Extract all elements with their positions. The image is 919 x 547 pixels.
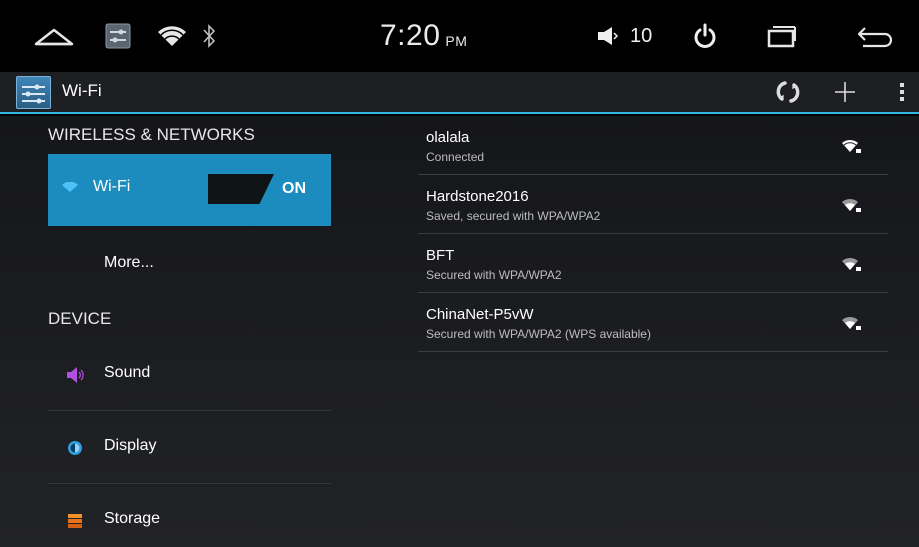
wifi-signal-locked-icon	[842, 316, 861, 330]
page-title: Wi-Fi	[62, 81, 102, 100]
wifi-signal-locked-icon	[842, 257, 861, 271]
wifi-icon	[150, 0, 194, 72]
sidebar-item-storage[interactable]: Storage	[48, 485, 331, 547]
add-icon[interactable]	[828, 72, 862, 112]
volume-control[interactable]: 10	[596, 0, 676, 72]
settings-icon[interactable]	[100, 0, 136, 72]
network-status: Secured with WPA/WPA2 (WPS available)	[426, 327, 651, 341]
network-ssid: Hardstone2016	[426, 188, 529, 205]
wifi-toggle[interactable]: ON	[208, 174, 316, 204]
sidebar-item-label: More...	[104, 254, 154, 271]
network-item[interactable]: Hardstone2016 Saved, secured with WPA/WP…	[418, 175, 888, 234]
sidebar-item-label: Wi-Fi	[93, 178, 131, 195]
action-bar: Wi-Fi	[0, 72, 919, 114]
network-ssid: BFT	[426, 247, 455, 264]
toggle-track	[208, 174, 274, 204]
network-status: Saved, secured with WPA/WPA2	[426, 209, 601, 223]
clock-time: 7:20	[380, 19, 441, 52]
network-item[interactable]: olalala Connected	[418, 116, 888, 175]
sound-icon	[67, 367, 84, 383]
settings-sidebar: WIRELESS & NETWORKS Wi-Fi ON More... DEV…	[0, 116, 340, 547]
recents-icon[interactable]	[762, 0, 802, 72]
network-ssid: ChinaNet-P5vW	[426, 306, 534, 323]
network-ssid: olalala	[426, 129, 470, 146]
device-header: DEVICE	[48, 309, 112, 328]
settings-app-icon[interactable]	[16, 76, 51, 109]
wps-icon[interactable]	[770, 72, 806, 112]
sidebar-item-more[interactable]: More...	[48, 242, 331, 286]
sidebar-item-label: Storage	[104, 510, 161, 527]
network-list: olalala Connected Hardstone2016 Saved, s…	[418, 116, 888, 547]
toggle-state: ON	[282, 180, 306, 197]
clock-ampm: PM	[445, 33, 468, 49]
storage-icon	[68, 514, 82, 528]
wifi-signal-locked-icon	[842, 198, 861, 212]
power-icon[interactable]	[688, 0, 722, 72]
wifi-icon	[62, 182, 78, 192]
network-status: Connected	[426, 150, 485, 164]
sidebar-item-wifi[interactable]: Wi-Fi ON	[48, 154, 331, 226]
clock: 7:20 PM	[380, 0, 500, 72]
network-item[interactable]: BFT Secured with WPA/WPA2	[418, 234, 888, 293]
display-icon	[68, 441, 82, 455]
overflow-icon[interactable]	[890, 72, 914, 112]
network-item[interactable]: ChinaNet-P5vW Secured with WPA/WPA2 (WPS…	[418, 293, 888, 352]
status-bar: 7:20 PM 10	[0, 0, 919, 72]
sidebar-item-label: Display	[104, 437, 157, 454]
wireless-networks-header: WIRELESS & NETWORKS	[48, 125, 255, 144]
content-area: WIRELESS & NETWORKS Wi-Fi ON More... DEV…	[0, 116, 919, 547]
volume-icon	[598, 27, 619, 45]
wifi-signal-strong-icon	[842, 139, 861, 153]
sidebar-item-display[interactable]: Display	[48, 412, 331, 484]
network-status: Secured with WPA/WPA2	[426, 268, 562, 282]
sidebar-item-sound[interactable]: Sound	[48, 339, 331, 411]
sidebar-item-label: Sound	[104, 364, 151, 381]
volume-level: 10	[630, 24, 653, 47]
back-icon[interactable]	[850, 0, 900, 72]
bluetooth-icon	[194, 0, 224, 72]
home-icon[interactable]	[28, 0, 80, 72]
